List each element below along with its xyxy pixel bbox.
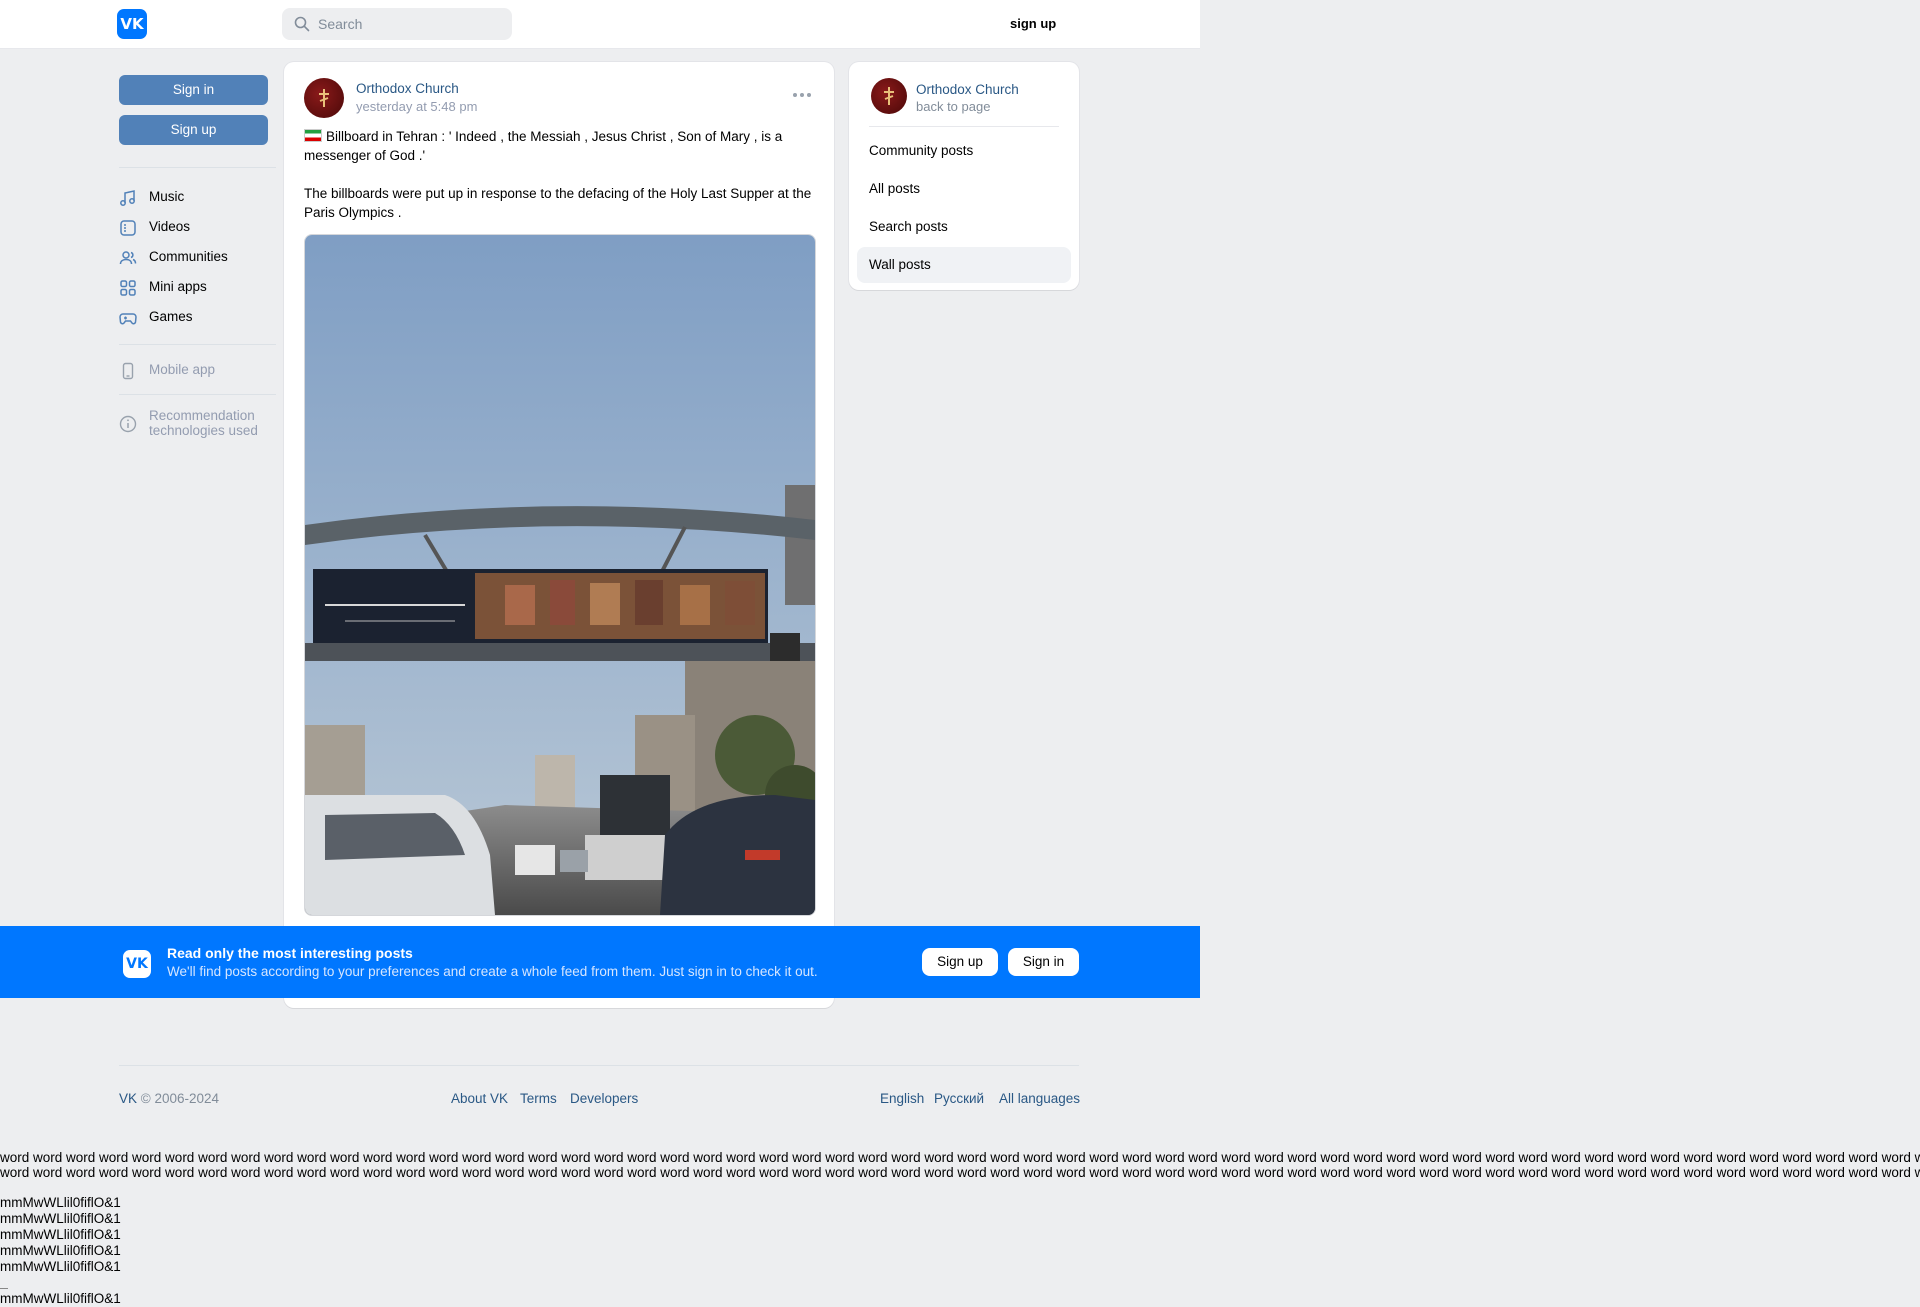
vk-logo[interactable]: VK — [117, 9, 147, 39]
info-icon — [119, 415, 137, 433]
menu-all-posts[interactable]: All posts — [857, 171, 1071, 207]
footer-lang-russian[interactable]: Русский — [934, 1091, 984, 1106]
footer-divider — [119, 1065, 1079, 1066]
search-input[interactable]: Search — [282, 8, 512, 40]
nav-label: Mini apps — [149, 279, 207, 294]
nav-label: Mobile app — [149, 362, 216, 377]
nav-item-recommendation[interactable]: Recommendation technologies used — [119, 407, 276, 441]
music-note-icon — [120, 190, 135, 206]
filler-glyph-line: mmMwWLlil0fiflO&1 — [0, 1243, 121, 1258]
filler-glyph-line: mmMwWLlil0fiflO&1 — [0, 1259, 121, 1274]
filler-glyph-line: mmMwWLlil0fiflO&1 — [0, 1211, 121, 1226]
nav-divider — [119, 394, 276, 395]
apps-grid-icon — [120, 280, 136, 296]
post-time[interactable]: yesterday at 5:48 pm — [356, 99, 477, 114]
search-icon — [294, 16, 310, 32]
nav-item-games[interactable]: Games — [119, 303, 276, 331]
more-options-icon[interactable] — [792, 92, 812, 98]
post-photo[interactable] — [304, 234, 816, 916]
filler-word-line: word word word word word word word word … — [0, 1165, 1920, 1180]
footer-lang-english[interactable]: English — [880, 1091, 924, 1106]
banner-subtitle: We'll find posts according to your prefe… — [167, 964, 818, 979]
top-bar: VK Search sign up — [0, 0, 1200, 49]
filler-divider — [0, 1288, 8, 1289]
menu-wall-posts[interactable]: Wall posts — [857, 247, 1071, 283]
search-placeholder: Search — [318, 16, 363, 32]
sidebar-divider — [869, 126, 1059, 127]
post-author[interactable]: Orthodox Church — [356, 81, 459, 96]
sign-in-button[interactable]: Sign in — [119, 75, 268, 105]
post-text-paragraph: The billboards were put up in response t… — [304, 186, 812, 220]
filler-word-line: word word word word word word word word … — [0, 1150, 1920, 1165]
banner-sign-in-button[interactable]: Sign in — [1008, 948, 1079, 976]
nav-item-communities[interactable]: Communities — [119, 243, 276, 271]
post-text: Billboard in Tehran : ' Indeed , the Mes… — [304, 127, 824, 241]
author-avatar[interactable] — [304, 78, 344, 118]
phone-icon — [122, 362, 134, 380]
post-text-paragraph: Billboard in Tehran : ' Indeed , the Mes… — [304, 129, 783, 163]
footer-copyright: VK © 2006-2024 — [119, 1091, 220, 1106]
nav-label: Music — [149, 189, 185, 204]
nav-label: Games — [149, 309, 193, 324]
menu-community-posts[interactable]: Community posts — [857, 133, 1071, 169]
filler-glyph-line: mmMwWLlil0fiflO&1 — [0, 1227, 121, 1242]
header-signup-link[interactable]: sign up — [1010, 0, 1056, 48]
nav-label: Communities — [149, 249, 228, 264]
billboard-photo — [305, 235, 815, 915]
footer-about-link[interactable]: About VK — [451, 1091, 508, 1106]
nav-label: Recommendation technologies used — [149, 408, 258, 438]
cross-icon — [319, 89, 329, 107]
nav-divider — [119, 167, 276, 168]
nav-item-music[interactable]: Music — [119, 183, 276, 211]
gamepad-icon — [119, 313, 137, 325]
nav-label: Videos — [149, 219, 191, 234]
banner-sign-up-button[interactable]: Sign up — [922, 948, 998, 976]
filler-glyph-block: mmMwWLlil0fiflO&1 mmMwWLlil0fiflO&1 mmMw… — [0, 1195, 121, 1275]
footer-all-languages[interactable]: All languages — [999, 1091, 1080, 1106]
filler-glyph-line: mmMwWLlil0fiflO&1 — [0, 1291, 121, 1306]
sign-up-button[interactable]: Sign up — [119, 115, 268, 145]
nav-item-videos[interactable]: Videos — [119, 213, 276, 241]
footer-developers-link[interactable]: Developers — [570, 1091, 638, 1106]
nav-item-mobile-app[interactable]: Mobile app — [119, 356, 276, 384]
community-name[interactable]: Orthodox Church — [916, 82, 1019, 97]
vk-link[interactable]: VK — [119, 1091, 137, 1106]
video-icon — [120, 220, 136, 236]
back-to-page-link[interactable]: back to page — [916, 99, 990, 114]
footer-terms-link[interactable]: Terms — [520, 1091, 557, 1106]
cross-icon — [884, 87, 894, 105]
nav-divider — [119, 344, 276, 345]
community-avatar[interactable] — [871, 78, 907, 114]
sign-in-promo-banner: VK Read only the most interesting posts … — [0, 926, 1200, 998]
menu-search-posts[interactable]: Search posts — [857, 209, 1071, 245]
nav-item-mini-apps[interactable]: Mini apps — [119, 273, 276, 301]
vk-logo: VK — [123, 950, 151, 978]
users-icon — [119, 251, 137, 265]
iran-flag-icon — [304, 129, 322, 142]
filler-glyph-line: mmMwWLlil0fiflO&1 — [0, 1195, 121, 1210]
banner-title: Read only the most interesting posts — [167, 945, 413, 961]
